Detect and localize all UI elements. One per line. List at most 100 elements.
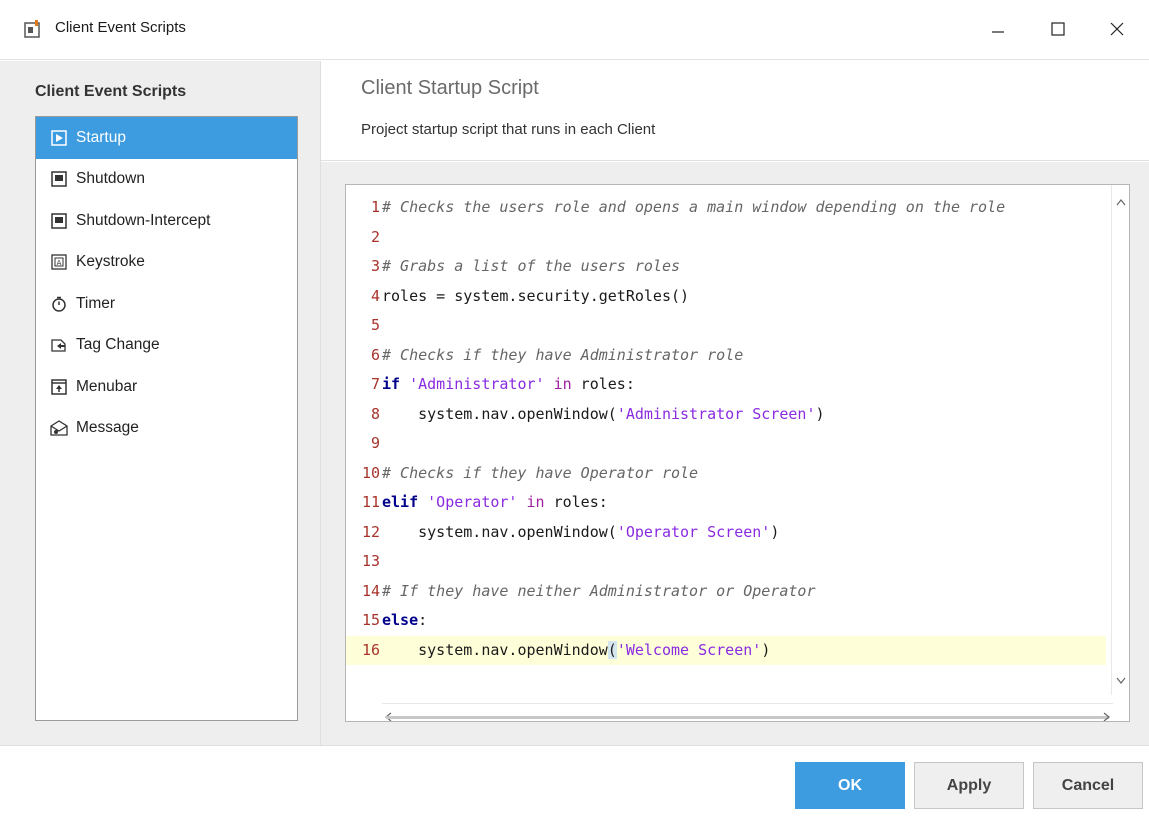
svg-text:A: A xyxy=(57,259,62,267)
page-title: Client Startup Script xyxy=(361,77,539,99)
code-token: system.nav.openWindow xyxy=(382,640,608,659)
code-line[interactable]: 3 # Grabs a list of the users roles xyxy=(346,252,1106,282)
line-number: 12 xyxy=(361,522,380,541)
code-text: roles = system.security.getRoles() xyxy=(382,282,689,312)
code-line[interactable]: 7 if 'Administrator' in roles: xyxy=(346,370,1106,400)
code-text: # Checks the users role and opens a main… xyxy=(382,193,1005,223)
sidebar-item-shutdown-intercept[interactable]: Shutdown-Intercept xyxy=(36,200,297,242)
close-button[interactable] xyxy=(1089,0,1145,60)
code-line[interactable]: 2 xyxy=(346,223,1106,253)
minimize-button[interactable] xyxy=(970,0,1026,60)
code-token: 'Welcome Screen' xyxy=(616,640,762,659)
horizontal-scrollbar[interactable] xyxy=(382,703,1113,721)
code-token: ( xyxy=(607,640,617,659)
code-token: ) xyxy=(770,522,780,541)
line-number: 2 xyxy=(370,227,380,246)
code-token: ) xyxy=(815,404,825,423)
scroll-down-icon[interactable] xyxy=(1116,670,1126,689)
shutdown-icon xyxy=(50,170,68,188)
code-token: 'Administrator' xyxy=(409,375,545,393)
sidebar-item-label: Startup xyxy=(76,128,126,146)
scroll-left-icon[interactable] xyxy=(384,707,392,721)
code-token: 'Operator' xyxy=(427,493,518,511)
code-token: # Grabs a list of the users roles xyxy=(382,257,681,275)
page-description: Project startup script that runs in each… xyxy=(361,121,656,138)
code-token: # If they have neither Administrator or … xyxy=(382,581,816,600)
code-text: system.nav.openWindow('Administrator Scr… xyxy=(382,400,825,430)
maximize-button[interactable] xyxy=(1030,0,1086,60)
sidebar-item-shutdown[interactable]: Shutdown xyxy=(36,159,297,201)
sidebar-item-label: Shutdown-Intercept xyxy=(76,211,211,229)
script-app-icon xyxy=(24,20,42,38)
code-line[interactable]: 15 else: xyxy=(346,606,1106,636)
code-token: : xyxy=(418,611,428,629)
code-token: system.nav.openWindow( xyxy=(382,522,617,541)
line-number: 5 xyxy=(370,316,380,334)
title-bar: Client Event Scripts xyxy=(0,0,1149,60)
code-text: # Grabs a list of the users roles xyxy=(382,252,680,282)
line-number: 15 xyxy=(361,611,380,629)
code-text: # Checks if they have Operator role xyxy=(382,459,698,489)
code-line[interactable]: 10 # Checks if they have Operator role xyxy=(346,459,1106,489)
line-number: 7 xyxy=(370,375,380,393)
sidebar-item-tag-change[interactable]: Tag Change xyxy=(36,325,297,367)
code-token: in xyxy=(553,375,572,393)
sidebar-item-timer[interactable]: Timer xyxy=(36,283,297,325)
code-line[interactable]: 16 system.nav.openWindow('Welcome Screen… xyxy=(346,635,1106,666)
window-title: Client Event Scripts xyxy=(55,19,186,36)
scroll-right-icon[interactable] xyxy=(1103,707,1111,721)
maximize-icon xyxy=(1051,21,1065,40)
startup-icon xyxy=(50,129,68,147)
cancel-button[interactable]: Cancel xyxy=(1033,762,1143,809)
event-list: Startup Shutdown Shutdown-Intercept A Ke… xyxy=(35,116,298,721)
sidebar-item-startup[interactable]: Startup xyxy=(36,117,297,159)
apply-button[interactable]: Apply xyxy=(914,762,1024,809)
sidebar-item-label: Timer xyxy=(76,294,116,312)
code-text: else: xyxy=(382,606,427,636)
code-line[interactable]: 8 system.nav.openWindow('Administrator S… xyxy=(346,400,1106,430)
code-line[interactable]: 9 xyxy=(346,429,1106,459)
code-lines: 1 # Checks the users role and opens a mai… xyxy=(346,193,1106,665)
code-line[interactable]: 11 elif 'Operator' in roles: xyxy=(346,488,1106,518)
sidebar-item-keystroke[interactable]: A Keystroke xyxy=(36,242,297,284)
scroll-up-icon[interactable] xyxy=(1116,191,1126,210)
dialog-footer: OK Apply Cancel xyxy=(0,745,1149,816)
sidebar-item-label: Shutdown xyxy=(76,170,145,188)
code-token: 'Operator Screen' xyxy=(616,522,771,541)
sidebar-item-menubar[interactable]: Menubar xyxy=(36,366,297,408)
code-line[interactable]: 5 xyxy=(346,311,1106,341)
horizontal-scroll-thumb[interactable] xyxy=(386,716,1109,719)
sidebar: Client Event Scripts Startup Shutdown Sh… xyxy=(0,61,321,745)
code-text: # If they have neither Administrator or … xyxy=(382,577,815,607)
code-line[interactable]: 1 # Checks the users role and opens a mai… xyxy=(346,193,1106,223)
code-line[interactable]: 14 # If they have neither Administrator o… xyxy=(346,577,1106,607)
vertical-scrollbar[interactable] xyxy=(1111,185,1129,695)
ok-button[interactable]: OK xyxy=(795,762,905,809)
line-number: 11 xyxy=(361,493,380,511)
minimize-icon xyxy=(991,21,1005,40)
code-line[interactable]: 4 roles = system.security.getRoles() xyxy=(346,282,1106,312)
code-text: system.nav.openWindow('Operator Screen') xyxy=(382,518,779,548)
code-text: system.nav.openWindow('Welcome Screen') xyxy=(382,636,770,666)
sidebar-heading: Client Event Scripts xyxy=(35,83,187,100)
code-token: roles: xyxy=(544,493,608,511)
code-token: roles: xyxy=(571,375,635,393)
code-line[interactable]: 13 xyxy=(346,547,1106,577)
code-line[interactable]: 12 system.nav.openWindow('Operator Scree… xyxy=(346,518,1106,548)
tag-change-icon xyxy=(50,336,68,354)
sidebar-item-label: Tag Change xyxy=(76,336,160,354)
sidebar-item-message[interactable]: Message xyxy=(36,408,297,450)
code-token: else xyxy=(382,611,419,629)
code-token: # Checks the users role and opens a main… xyxy=(382,198,1006,216)
code-token: in xyxy=(526,493,545,511)
sidebar-item-label: Message xyxy=(76,419,139,437)
close-icon xyxy=(1110,21,1124,40)
keystroke-icon: A xyxy=(50,253,68,271)
timer-icon xyxy=(50,295,68,313)
code-editor[interactable]: 1 # Checks the users role and opens a mai… xyxy=(345,184,1130,722)
menubar-icon xyxy=(50,378,68,396)
code-text: elif 'Operator' in roles: xyxy=(382,488,608,518)
code-line[interactable]: 6 # Checks if they have Administrator rol… xyxy=(346,341,1106,371)
